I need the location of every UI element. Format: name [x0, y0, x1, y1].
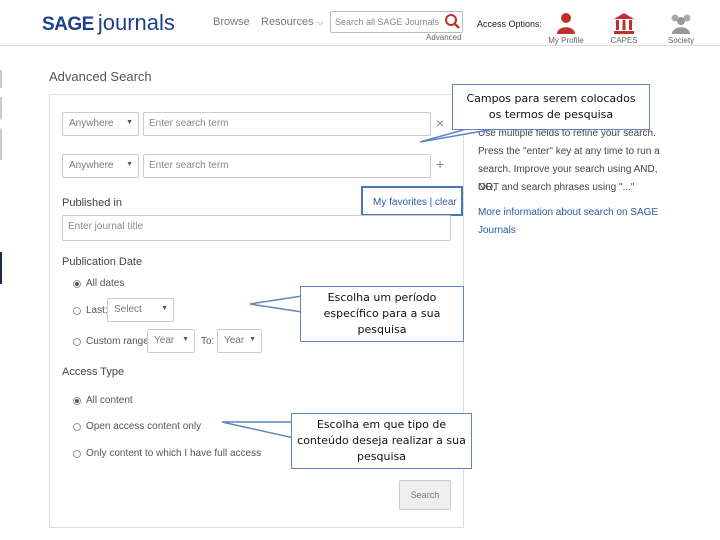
capes-button[interactable]: CAPES	[602, 12, 646, 45]
field-select-1-value: Anywhere	[69, 118, 114, 129]
nav-resources[interactable]: Resources ⌵	[261, 16, 323, 28]
journal-title-input[interactable]: Enter journal title	[62, 215, 451, 241]
to-label: To:	[201, 336, 215, 347]
radio-all-content[interactable]: All content	[73, 395, 133, 406]
last-label: Last:	[86, 305, 108, 316]
to-year-value: Year	[224, 335, 245, 346]
caret-down-icon: ▼	[182, 336, 189, 343]
society-button[interactable]: Society	[659, 12, 703, 45]
caret-down-icon: ▼	[249, 336, 256, 343]
access-options-label: Access Options:	[477, 19, 543, 29]
radio-selected-icon	[73, 279, 81, 288]
caret-down-icon: ▼	[126, 119, 133, 126]
field-select-2-value: Anywhere	[69, 160, 114, 171]
my-favorites-clear-link[interactable]: My favorites | clear	[361, 186, 463, 216]
open-access-label: Open access content only	[86, 421, 202, 432]
radio-empty-icon	[73, 337, 81, 346]
nav-browse[interactable]: Browse	[213, 16, 250, 28]
top-bar: SAGE journals Browse Resources ⌵ Search …	[0, 0, 720, 46]
access-type-label: Access Type	[62, 366, 125, 378]
caret-down-icon: ▼	[126, 161, 133, 168]
last-period-value: Select	[114, 304, 142, 315]
search-button[interactable]: Search	[399, 480, 451, 510]
field-select-2[interactable]: Anywhere ▼	[62, 154, 139, 178]
last-period-select[interactable]: Select ▼	[107, 298, 174, 322]
radio-selected-icon	[73, 396, 81, 405]
field-select-1[interactable]: Anywhere ▼	[62, 112, 139, 136]
callout-search-fields: Campos para serem colocados os termos de…	[452, 84, 650, 130]
page-title: Advanced Search	[49, 69, 152, 84]
person-icon	[557, 13, 575, 34]
advanced-search-link[interactable]: Advanced	[426, 33, 462, 42]
callout-period: Escolha um período específico para a sua…	[300, 286, 464, 342]
radio-empty-icon	[73, 306, 81, 315]
society-icon	[671, 14, 691, 34]
radio-all-dates[interactable]: All dates	[73, 278, 124, 289]
left-edge-bar	[0, 252, 2, 284]
search-term-input-1[interactable]: Enter search term	[143, 112, 431, 136]
caret-down-icon: ▼	[161, 305, 168, 312]
society-label: Society	[667, 36, 695, 45]
radio-empty-icon	[73, 449, 81, 458]
search-term-input-2[interactable]: Enter search term	[143, 154, 431, 178]
callout-access-type: Escolha em que tipo de conteúdo deseja r…	[291, 413, 472, 469]
all-dates-label: All dates	[86, 278, 125, 289]
help-line-2: Press the "enter" key at any time to run…	[478, 146, 660, 157]
institution-icon	[614, 13, 634, 34]
full-access-label: Only content to which I have full access	[86, 448, 262, 459]
radio-empty-icon	[73, 422, 81, 431]
to-year-select[interactable]: Year ▼	[217, 329, 262, 353]
radio-custom-range[interactable]: Custom range:	[73, 336, 152, 347]
capes-label: CAPES	[610, 36, 638, 45]
radio-open-access[interactable]: Open access content only	[73, 421, 201, 432]
my-profile-label: My Profile	[548, 36, 584, 45]
left-edge-marks	[0, 70, 2, 160]
logo-sage-text: SAGE	[42, 14, 94, 35]
add-row-icon[interactable]: +	[436, 156, 444, 172]
logo-journals-text: journals	[97, 10, 175, 35]
custom-range-label: Custom range:	[86, 336, 152, 347]
radio-full-access[interactable]: Only content to which I have full access	[73, 448, 261, 459]
search-icon[interactable]	[442, 12, 462, 32]
from-year-select[interactable]: Year ▼	[147, 329, 195, 353]
all-content-label: All content	[86, 395, 133, 406]
nav-resources-label: Resources	[261, 16, 314, 28]
radio-last[interactable]: Last:	[73, 305, 108, 316]
more-info-search-link[interactable]: More information about search on SAGE Jo…	[478, 204, 668, 240]
published-in-label: Published in	[62, 197, 122, 209]
from-year-value: Year	[154, 335, 175, 346]
help-line-4: NOT and search phrases using "..."	[478, 182, 635, 193]
publication-date-label: Publication Date	[62, 256, 143, 268]
my-profile-button[interactable]: My Profile	[544, 12, 588, 45]
remove-row-icon[interactable]: ×	[436, 115, 444, 131]
sage-journals-logo[interactable]: SAGE journals	[42, 10, 175, 36]
chevron-down-icon: ⌵	[316, 17, 324, 27]
page: SAGE journals Browse Resources ⌵ Search …	[0, 0, 720, 540]
